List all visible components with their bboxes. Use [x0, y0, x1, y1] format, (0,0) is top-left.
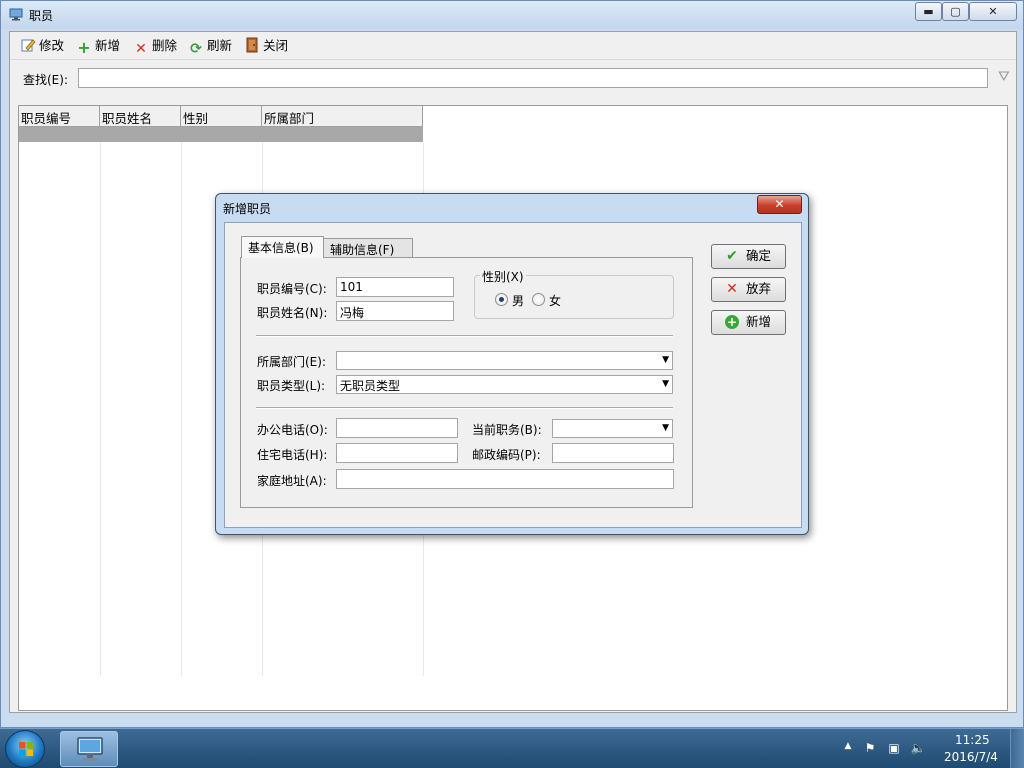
- show-desktop-button[interactable]: [1010, 729, 1024, 768]
- dialog-close-button[interactable]: ✕: [757, 195, 802, 214]
- taskbar-app-button[interactable]: [60, 731, 118, 767]
- address-field[interactable]: [336, 469, 674, 489]
- position-select[interactable]: ▼: [552, 419, 673, 438]
- dialog-body: 基本信息(B) 辅助信息(F) 职员编号(C): 101 职员姓名(N): 冯梅…: [224, 222, 802, 528]
- close-button[interactable]: 关闭: [244, 36, 288, 56]
- network-icon[interactable]: ▣: [886, 741, 902, 757]
- dialog-title: 新增职员: [223, 202, 272, 216]
- emp-no-field[interactable]: 101: [336, 277, 454, 297]
- computer-icon: [77, 737, 103, 761]
- sex-male-radio[interactable]: [495, 293, 508, 306]
- app-icon: [9, 8, 23, 21]
- plus-icon: +: [77, 38, 91, 57]
- chevron-up-icon[interactable]: ▲: [840, 741, 856, 757]
- position-label: 当前职务(B):: [472, 423, 542, 437]
- close-icon: ✕: [988, 5, 998, 18]
- toolbar: 修改 + 新增 ✕ 删除 ⟳ 刷新 关闭: [10, 32, 1016, 60]
- zip-label: 邮政编码(P):: [472, 448, 541, 462]
- delete-icon: ✕: [135, 41, 147, 57]
- edit-icon: [20, 37, 36, 53]
- window-title: 职员: [29, 9, 54, 23]
- taskbar: ▲ ⚑ ▣ 🔈 11:25 2016/7/4: [0, 728, 1024, 768]
- check-icon: ✔: [726, 248, 738, 264]
- tab-basic-info[interactable]: 基本信息(B): [241, 236, 324, 258]
- add-circle-icon: +: [725, 315, 739, 329]
- office-phone-label: 办公电话(O):: [257, 423, 328, 437]
- close-window-button[interactable]: ✕: [969, 2, 1017, 21]
- refresh-button[interactable]: ⟳ 刷新: [188, 36, 233, 57]
- filter-icon[interactable]: ⛛: [998, 69, 1014, 85]
- emp-name-label: 职员姓名(N):: [257, 306, 328, 320]
- sex-female-radio[interactable]: [532, 293, 545, 306]
- search-bar: 查找(E): ⛛: [10, 64, 1016, 92]
- dept-label: 所属部门(E):: [257, 355, 326, 369]
- table-header: 职员编号 职员姓名 性别 所属部门: [19, 106, 423, 127]
- windows-logo-icon: [19, 742, 33, 756]
- zip-field[interactable]: [552, 443, 674, 463]
- clock-date[interactable]: 2016/7/4: [944, 750, 998, 764]
- dept-select[interactable]: ▼: [336, 351, 673, 370]
- new-label: 新增: [746, 314, 772, 329]
- type-select[interactable]: 无职员类型 ▼: [336, 375, 673, 394]
- delete-button[interactable]: ✕ 删除: [133, 36, 178, 57]
- action-center-icon[interactable]: ⚑: [862, 741, 878, 757]
- sex-male-label[interactable]: 男: [512, 292, 524, 309]
- column-divider: [100, 142, 101, 676]
- door-icon: [244, 37, 260, 53]
- sex-group-label: 性别(X): [480, 268, 526, 285]
- refresh-icon: ⟳: [190, 41, 202, 57]
- discard-button[interactable]: ✕ 放弃: [711, 277, 786, 302]
- separator: [256, 407, 673, 409]
- radio-selected-dot: [499, 297, 504, 302]
- column-header[interactable]: 所属部门: [262, 106, 423, 127]
- close-icon: ✕: [774, 197, 785, 211]
- emp-name-field[interactable]: 冯梅: [336, 301, 454, 321]
- new-button[interactable]: + 新增: [711, 310, 786, 335]
- title-bar[interactable]: 职员 ▬ ▢ ✕: [1, 1, 1023, 29]
- delete-label: 删除: [152, 38, 178, 53]
- home-phone-label: 住宅电话(H):: [257, 448, 328, 462]
- home-phone-field[interactable]: [336, 443, 458, 463]
- tab-page-basic: 职员编号(C): 101 职员姓名(N): 冯梅 性别(X) 男 女 所属部门(…: [240, 257, 693, 508]
- edit-button[interactable]: 修改: [20, 36, 64, 56]
- close-label: 关闭: [263, 38, 289, 53]
- office-phone-field[interactable]: [336, 418, 458, 438]
- type-value: 无职员类型: [340, 379, 401, 393]
- add-button[interactable]: + 新增: [76, 36, 120, 56]
- ok-button[interactable]: ✔ 确定: [711, 244, 786, 269]
- column-header[interactable]: 职员姓名: [100, 106, 181, 127]
- column-header[interactable]: 性别: [181, 106, 262, 127]
- close-icon: ✕: [726, 281, 738, 297]
- search-label: 查找(E):: [23, 73, 68, 87]
- sex-group: 性别(X) 男 女: [474, 268, 674, 319]
- column-header[interactable]: 职员编号: [19, 106, 100, 127]
- separator: [256, 335, 673, 337]
- table-row[interactable]: [19, 127, 423, 142]
- minimize-button[interactable]: ▬: [915, 2, 942, 21]
- start-button[interactable]: [5, 730, 45, 768]
- new-employee-dialog: 新增职员 ✕ 基本信息(B) 辅助信息(F) 职员编号(C): 101 职员姓名…: [215, 193, 809, 535]
- maximize-button[interactable]: ▢: [942, 2, 969, 21]
- maximize-icon: ▢: [950, 5, 961, 18]
- column-divider: [181, 142, 182, 676]
- discard-label: 放弃: [746, 281, 772, 296]
- address-label: 家庭地址(A):: [257, 474, 327, 488]
- tab-aux-info[interactable]: 辅助信息(F): [323, 238, 413, 258]
- chevron-down-icon: ▼: [662, 423, 669, 433]
- edit-label: 修改: [39, 38, 65, 53]
- add-label: 新增: [95, 38, 121, 53]
- ok-label: 确定: [746, 248, 772, 263]
- volume-muted-icon[interactable]: 🔈: [910, 741, 926, 757]
- chevron-down-icon: ▼: [662, 355, 669, 365]
- emp-no-label: 职员编号(C):: [257, 282, 327, 296]
- minimize-icon: ▬: [923, 5, 934, 18]
- sex-female-label[interactable]: 女: [549, 292, 561, 309]
- chevron-down-icon: ▼: [662, 379, 669, 389]
- search-input[interactable]: [78, 68, 988, 88]
- clock-time[interactable]: 11:25: [955, 733, 990, 747]
- type-label: 职员类型(L):: [257, 379, 326, 393]
- refresh-label: 刷新: [207, 38, 233, 53]
